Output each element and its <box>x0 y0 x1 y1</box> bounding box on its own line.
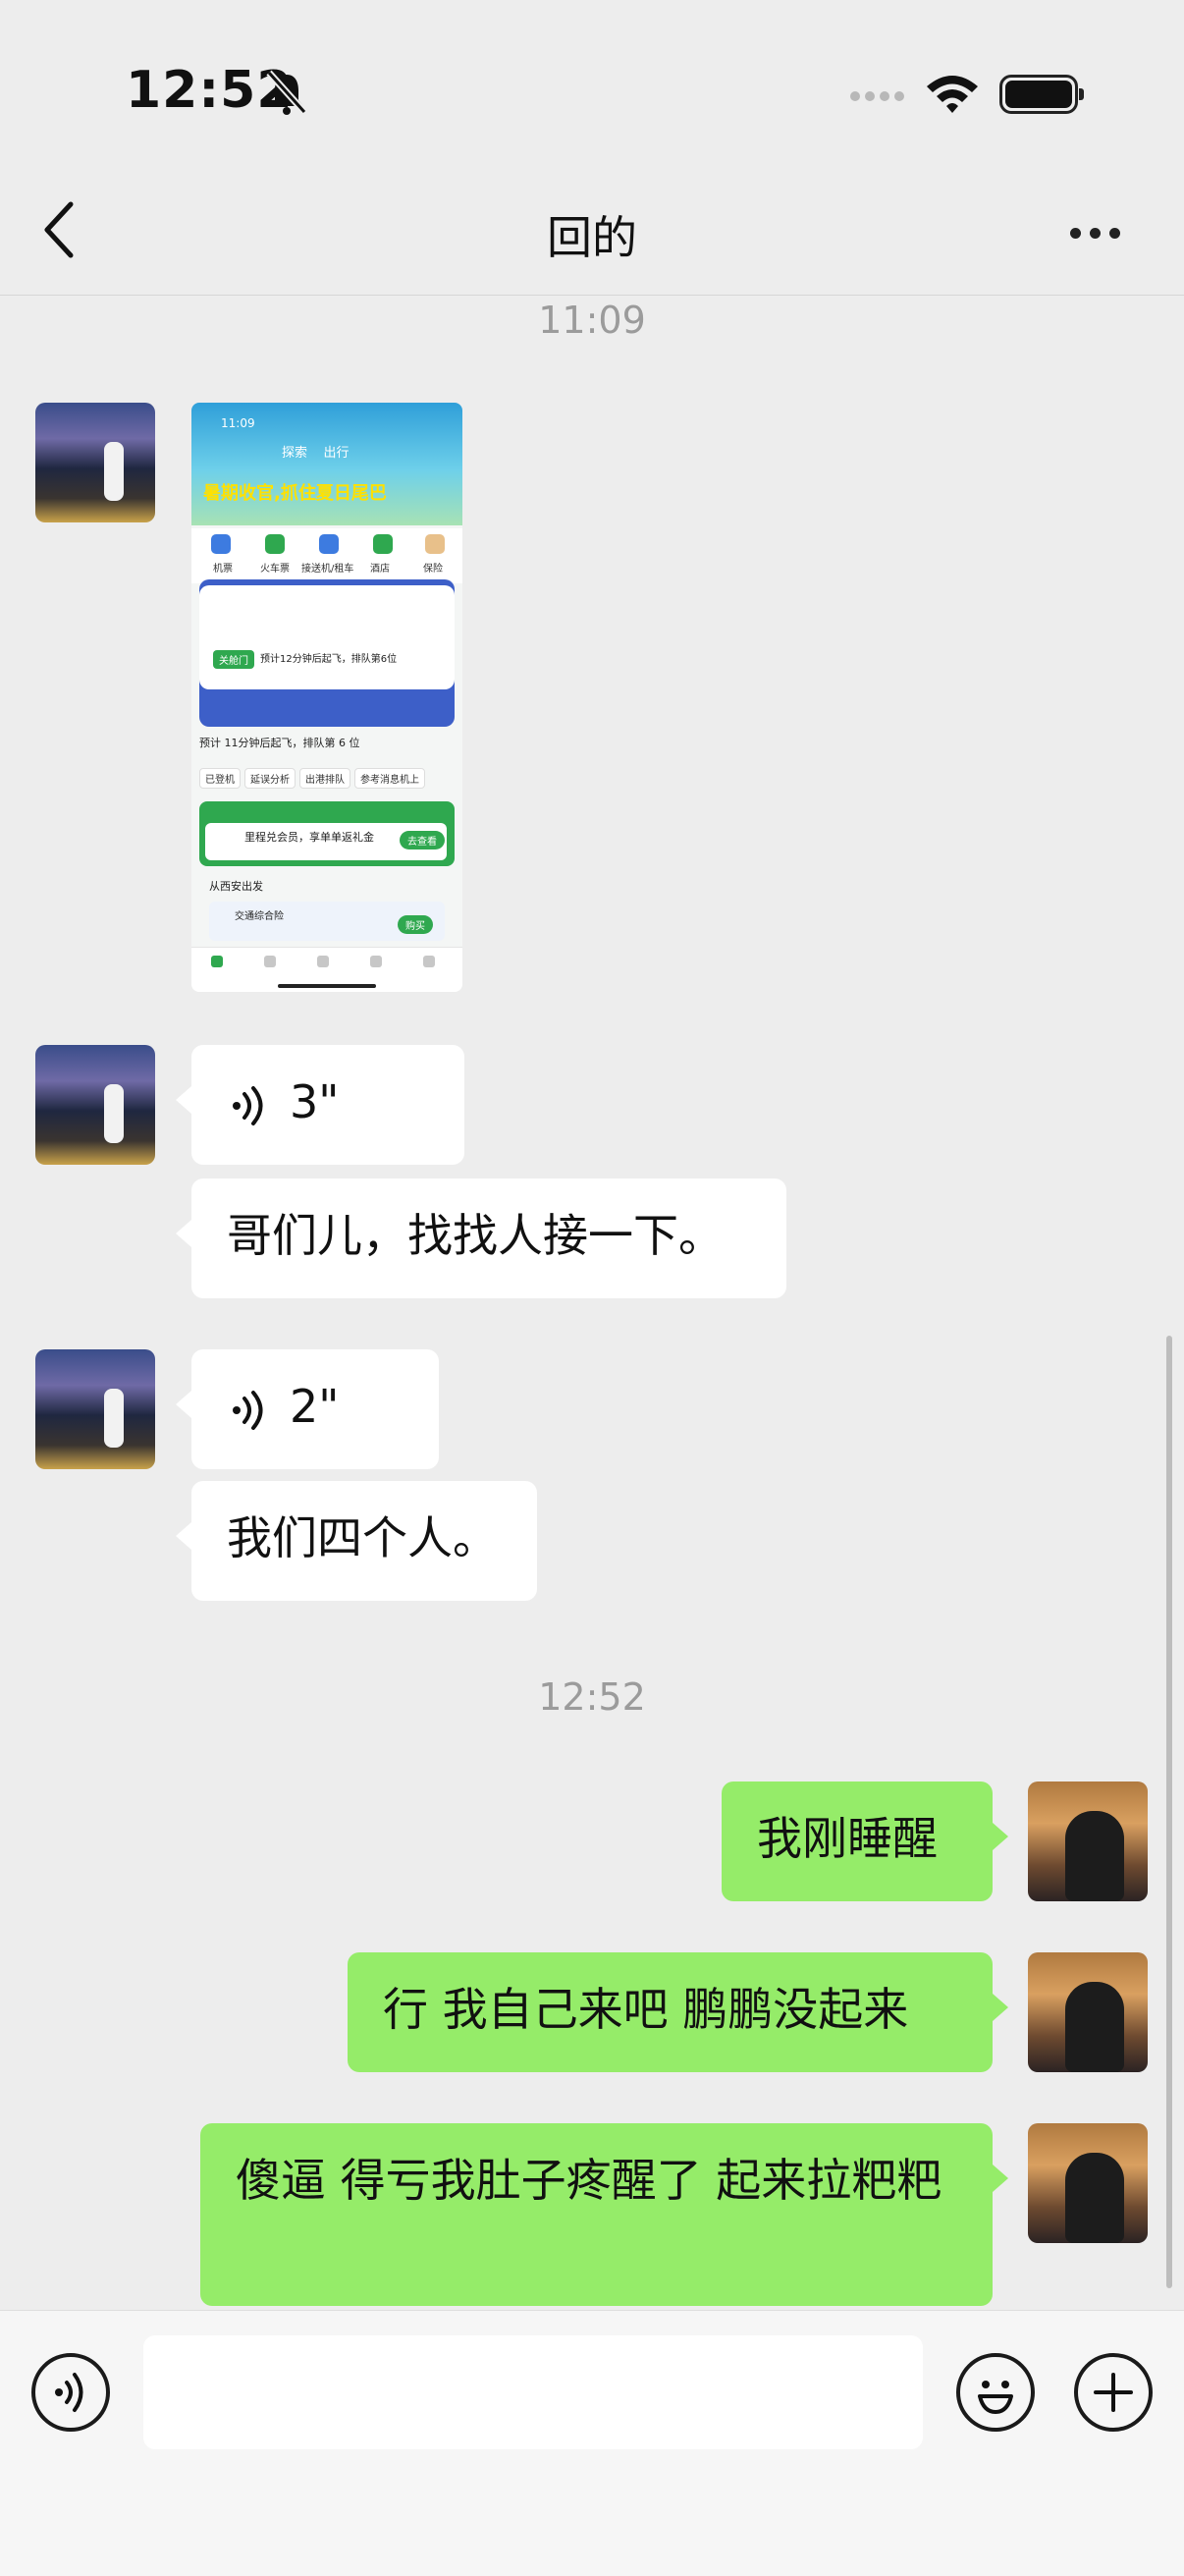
my-text-message[interactable]: 行 我自己来吧 鹏鹏没起来 <box>348 1952 1008 2072</box>
voice-message[interactable]: 3" <box>176 1045 464 1165</box>
thumb-promo: 暑期收官,抓住夏日尾巴 <box>203 483 387 504</box>
thumb-status-text: 预计12分钟后起飞，排队第6位 <box>260 654 398 665</box>
battery-icon <box>999 75 1084 114</box>
thumb-status-chip: 关舱门 <box>213 650 254 669</box>
plus-icon[interactable] <box>1074 2353 1153 2432</box>
voice-wave-icon <box>233 1391 263 1430</box>
more-icon[interactable] <box>1070 224 1129 243</box>
scrollbar[interactable] <box>1166 1336 1172 2288</box>
voice-message[interactable]: 2" <box>176 1349 439 1469</box>
voice-wave-icon <box>233 1086 263 1125</box>
friend-avatar[interactable] <box>35 403 155 522</box>
timestamp: 12:52 <box>538 1675 646 1719</box>
wifi-icon <box>927 76 978 113</box>
message-input[interactable] <box>143 2335 923 2449</box>
voice-input-icon[interactable] <box>31 2353 110 2432</box>
voice-duration: 3" <box>290 1075 340 1128</box>
thumb-flight-card-inner <box>199 585 455 689</box>
friend-avatar[interactable] <box>35 1349 155 1469</box>
my-text-message[interactable]: 我刚睡醒 <box>722 1781 1008 1901</box>
thumb-member-text: 里程兑会员，享单单返礼金 <box>244 831 374 844</box>
text-message[interactable]: 哥们儿，找找人接一下。 <box>176 1178 786 1298</box>
emoji-icon[interactable] <box>956 2353 1035 2432</box>
thumb-insurance-button: 购买 <box>398 915 433 934</box>
my-text-message[interactable]: 傻逼 得亏我肚子疼醒了 起来拉粑粑 <box>200 2123 1008 2306</box>
friend-avatar[interactable] <box>35 1045 155 1165</box>
my-avatar[interactable] <box>1028 1781 1148 1901</box>
thumb-insurance-text: 交通综合险 <box>235 911 284 922</box>
text-message[interactable]: 我们四个人。 <box>176 1481 537 1601</box>
thumb-time: 11:09 <box>221 416 255 430</box>
signal-dots-icon <box>850 86 909 105</box>
bell-slash-icon <box>266 70 307 115</box>
thumb-home-indicator <box>278 984 376 988</box>
thumb-service-grid: 机票 火车票 接送机/租车 酒店 保险 <box>191 528 462 583</box>
thumb-chips: 已登机 延误分析 出港排队 参考消息机上 <box>199 768 429 789</box>
thumb-tabs: 探索 出行 <box>282 446 350 461</box>
my-avatar[interactable] <box>1028 2123 1148 2243</box>
my-avatar[interactable] <box>1028 1952 1148 2072</box>
thumb-member-button: 去查看 <box>400 831 445 850</box>
nav-divider <box>0 295 1184 296</box>
timestamp: 11:09 <box>538 299 646 342</box>
voice-duration: 2" <box>290 1380 340 1433</box>
shared-image-message[interactable]: 11:09 探索 出行 暑期收官,抓住夏日尾巴 机票 火车票 接送机/租车 酒店… <box>191 403 462 992</box>
thumb-queue-row: 预计 11分钟后起飞，排队第 6 位 <box>199 737 360 749</box>
thumb-from: 从西安出发 <box>209 880 263 893</box>
chat-title: 回的 <box>547 211 637 264</box>
